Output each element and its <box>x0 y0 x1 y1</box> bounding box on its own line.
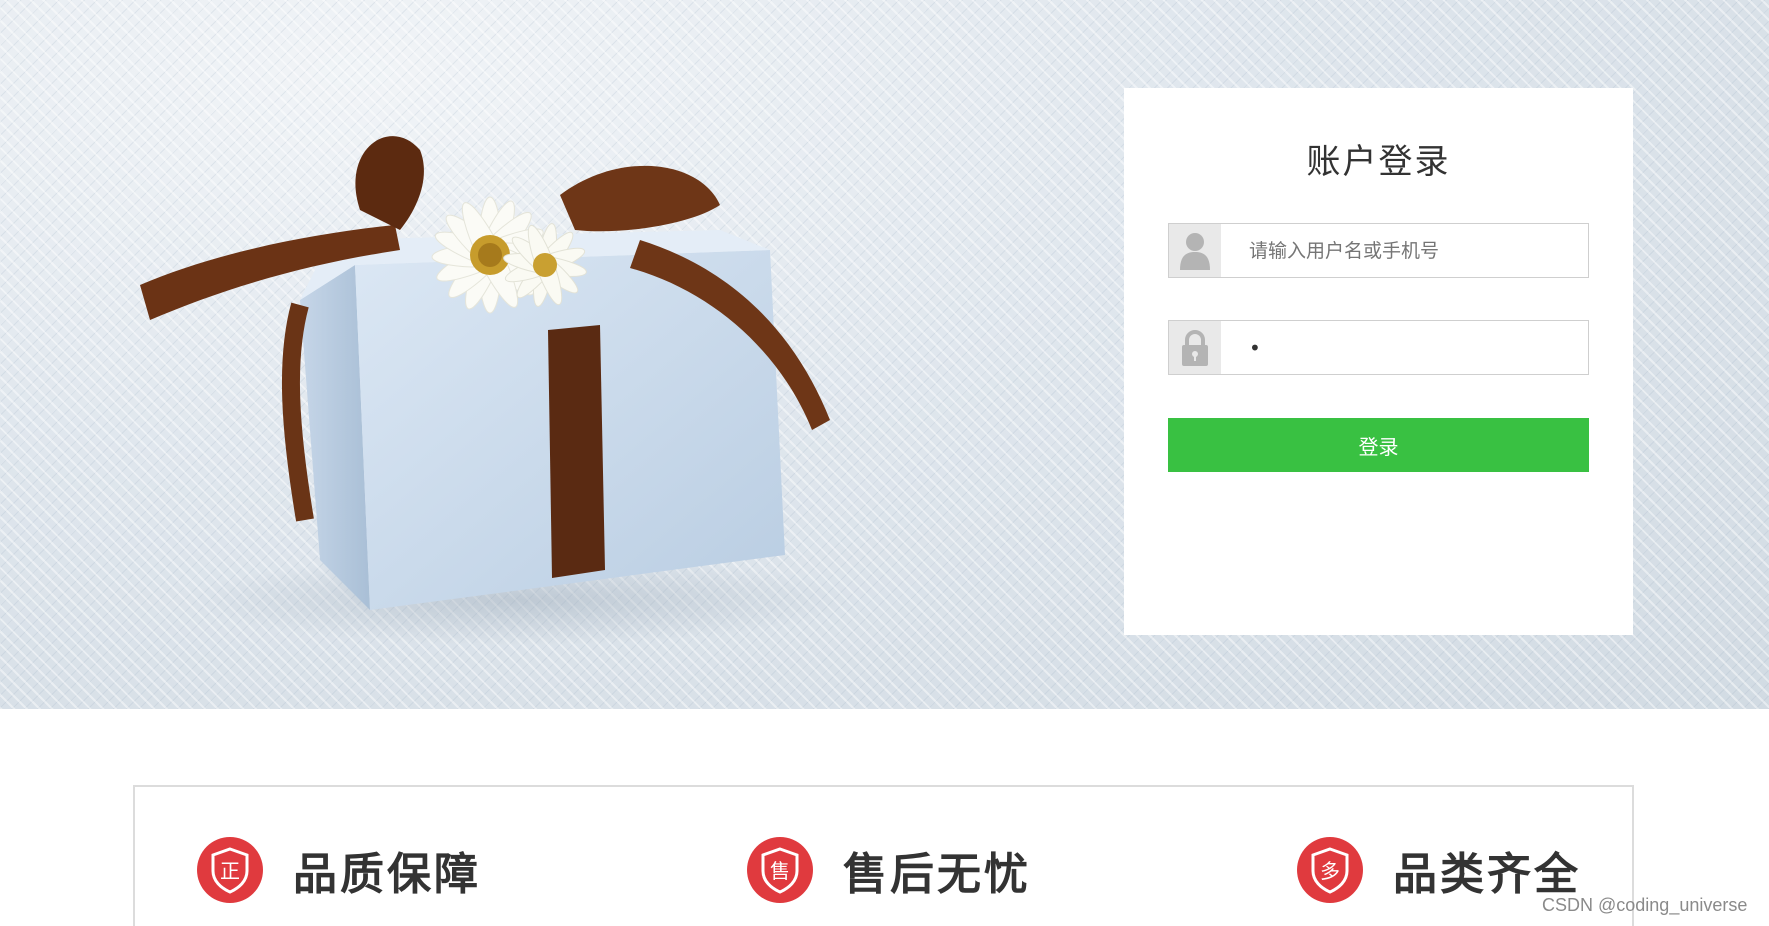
user-icon <box>1169 224 1221 277</box>
badge-char: 售 <box>770 859 790 883</box>
login-title: 账户登录 <box>1306 142 1451 182</box>
username-input[interactable] <box>1221 224 1588 277</box>
password-input[interactable] <box>1221 321 1588 374</box>
feature-label: 品类齐全 <box>1393 849 1581 900</box>
watermark: CSDN @coding_universe <box>1542 895 1748 915</box>
shield-badge-icon: 售 <box>747 837 813 903</box>
shield-badge-icon: 多 <box>1297 837 1363 903</box>
badge-char: 多 <box>1320 859 1340 883</box>
feature-variety: 多 品类齐全 <box>1297 837 1581 903</box>
login-button[interactable]: 登录 <box>1168 418 1589 472</box>
feature-quality: 正 品质保障 <box>197 837 481 903</box>
features-panel: 正 品质保障 售 售后无忧 多 品类齐全 <box>133 785 1634 926</box>
badge-char: 正 <box>220 859 240 883</box>
feature-label: 售后无忧 <box>843 849 1031 900</box>
username-field[interactable] <box>1168 223 1589 278</box>
hero-banner: 账户登录 登录 <box>0 0 1769 709</box>
login-card: 账户登录 登录 <box>1124 88 1633 635</box>
feature-after-sales: 售 售后无忧 <box>747 837 1031 903</box>
password-field[interactable] <box>1168 320 1589 375</box>
feature-label: 品质保障 <box>293 849 481 900</box>
shield-badge-icon: 正 <box>197 837 263 903</box>
gift-box-illustration <box>140 136 850 645</box>
lock-icon <box>1169 321 1221 374</box>
